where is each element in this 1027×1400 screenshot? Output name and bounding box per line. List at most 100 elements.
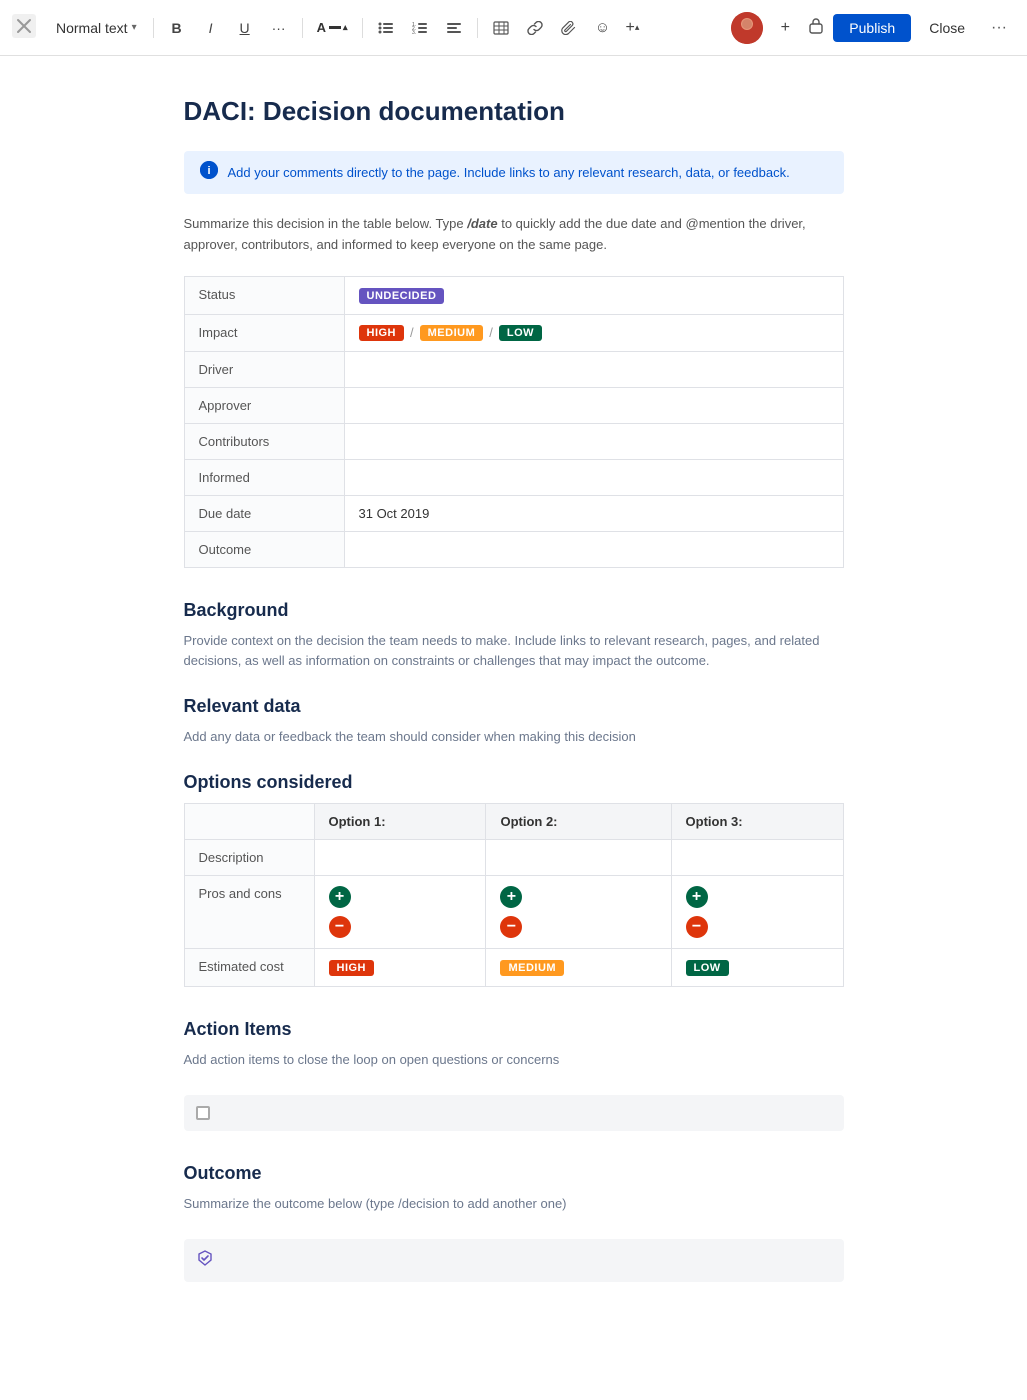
- action-item-row[interactable]: [184, 1095, 844, 1131]
- plus-circle-icon-3[interactable]: +: [686, 886, 708, 908]
- table-row: Driver: [184, 351, 843, 387]
- minus-circle-icon-2[interactable]: −: [500, 916, 522, 938]
- badge-medium[interactable]: MEDIUM: [420, 325, 484, 341]
- numbered-list-button[interactable]: 1.2.3.: [405, 13, 435, 43]
- color-label: A: [317, 20, 326, 35]
- daci-label-driver: Driver: [184, 351, 344, 387]
- options-heading: Options considered: [184, 772, 844, 793]
- badge-low[interactable]: LOW: [499, 325, 542, 341]
- add-user-button[interactable]: +: [771, 14, 799, 42]
- outcome-icon: [196, 1249, 214, 1272]
- plus-circle-icon[interactable]: +: [329, 886, 351, 908]
- chevron-up-icon: ▴: [635, 22, 640, 33]
- logo-icon[interactable]: [12, 14, 36, 41]
- background-text[interactable]: Provide context on the decision the team…: [184, 631, 844, 673]
- table-row: Informed: [184, 459, 843, 495]
- daci-value-impact[interactable]: HIGH / MEDIUM / LOW: [344, 314, 843, 351]
- table-row: Description: [184, 839, 843, 875]
- daci-label-contributors: Contributors: [184, 423, 344, 459]
- sep-2: /: [489, 325, 493, 340]
- daci-label-status: Status: [184, 276, 344, 314]
- minus-circle-icon[interactable]: −: [329, 916, 351, 938]
- outcome-description: Summarize the outcome below (type /decis…: [184, 1194, 844, 1215]
- row-label-cost: Estimated cost: [184, 948, 314, 986]
- bullet-list-button[interactable]: [371, 13, 401, 43]
- attach-button[interactable]: [554, 13, 584, 43]
- toolbar-divider-1: [153, 18, 154, 38]
- daci-label-outcome: Outcome: [184, 531, 344, 567]
- underline-button[interactable]: U: [230, 13, 260, 43]
- insert-button[interactable]: + ▴: [622, 13, 644, 43]
- badge-high[interactable]: HIGH: [359, 325, 405, 341]
- background-heading: Background: [184, 600, 844, 621]
- checkbox[interactable]: [196, 1106, 210, 1120]
- page-title[interactable]: DACI: Decision documentation: [184, 96, 844, 127]
- table-row: Status UNDECIDED: [184, 276, 843, 314]
- plus-icon: +: [626, 19, 635, 37]
- pros-cons-opt2[interactable]: + −: [486, 875, 671, 948]
- daci-label-duedate: Due date: [184, 495, 344, 531]
- action-items-section: Action Items Add action items to close t…: [184, 1019, 844, 1131]
- daci-value-driver[interactable]: [344, 351, 843, 387]
- text-style-label: Normal text: [56, 20, 128, 36]
- info-icon: i: [200, 161, 218, 184]
- cost-badge-medium: MEDIUM: [500, 960, 564, 976]
- table-row: Impact HIGH / MEDIUM / LOW: [184, 314, 843, 351]
- chevron-up-icon: ▴: [343, 22, 348, 33]
- daci-value-contributors[interactable]: [344, 423, 843, 459]
- cost-opt2[interactable]: MEDIUM: [486, 948, 671, 986]
- pros-cons-opt1[interactable]: + −: [314, 875, 486, 948]
- italic-button[interactable]: I: [196, 13, 226, 43]
- daci-value-duedate[interactable]: 31 Oct 2019: [344, 495, 843, 531]
- minus-circle-icon-3[interactable]: −: [686, 916, 708, 938]
- avatar[interactable]: [731, 12, 763, 44]
- more-format-button[interactable]: ···: [264, 13, 294, 43]
- svg-text:i: i: [207, 165, 210, 177]
- close-button[interactable]: Close: [919, 14, 975, 42]
- toolbar-divider-3: [362, 18, 363, 38]
- relevant-data-heading: Relevant data: [184, 696, 844, 717]
- table-row: Due date 31 Oct 2019: [184, 495, 843, 531]
- description-opt2[interactable]: [486, 839, 671, 875]
- pros-cons-opt3[interactable]: + −: [671, 875, 843, 948]
- row-label-description: Description: [184, 839, 314, 875]
- publish-button[interactable]: Publish: [833, 14, 911, 42]
- slash-decision: /decision: [398, 1196, 449, 1211]
- daci-label-impact: Impact: [184, 314, 344, 351]
- options-col-2: Option 2:: [486, 803, 671, 839]
- options-col-empty: [184, 803, 314, 839]
- cost-opt3[interactable]: LOW: [671, 948, 843, 986]
- outcome-input-area[interactable]: [184, 1239, 844, 1282]
- relevant-data-text[interactable]: Add any data or feedback the team should…: [184, 727, 844, 748]
- options-col-1: Option 1:: [314, 803, 486, 839]
- toolbar-divider-2: [302, 18, 303, 38]
- row-label-pros-cons: Pros and cons: [184, 875, 314, 948]
- link-button[interactable]: [520, 13, 550, 43]
- more-options-button[interactable]: ···: [983, 15, 1015, 41]
- table-button[interactable]: [486, 13, 516, 43]
- table-row: Outcome: [184, 531, 843, 567]
- description-opt1[interactable]: [314, 839, 486, 875]
- slash-date: /date: [467, 216, 497, 231]
- color-button[interactable]: A ▴: [311, 13, 354, 43]
- lock-icon[interactable]: [807, 16, 825, 39]
- daci-value-status[interactable]: UNDECIDED: [344, 276, 843, 314]
- options-col-3: Option 3:: [671, 803, 843, 839]
- outcome-text-part2: to add another one): [449, 1196, 566, 1211]
- daci-value-informed[interactable]: [344, 459, 843, 495]
- plus-circle-icon-2[interactable]: +: [500, 886, 522, 908]
- description-opt3[interactable]: [671, 839, 843, 875]
- cost-badge-high: HIGH: [329, 960, 375, 976]
- cost-opt1[interactable]: HIGH: [314, 948, 486, 986]
- description-text: Summarize this decision in the table bel…: [184, 214, 844, 256]
- sep-1: /: [410, 325, 414, 340]
- align-button[interactable]: [439, 13, 469, 43]
- options-table: Option 1: Option 2: Option 3: Descriptio…: [184, 803, 844, 987]
- bold-button[interactable]: B: [162, 13, 192, 43]
- daci-value-outcome[interactable]: [344, 531, 843, 567]
- emoji-button[interactable]: ☺: [588, 13, 618, 43]
- text-style-dropdown[interactable]: Normal text ▾: [48, 16, 145, 40]
- cost-badge-low: LOW: [686, 960, 729, 976]
- daci-value-approver[interactable]: [344, 387, 843, 423]
- outcome-text-part1: Summarize the outcome below (type: [184, 1196, 399, 1211]
